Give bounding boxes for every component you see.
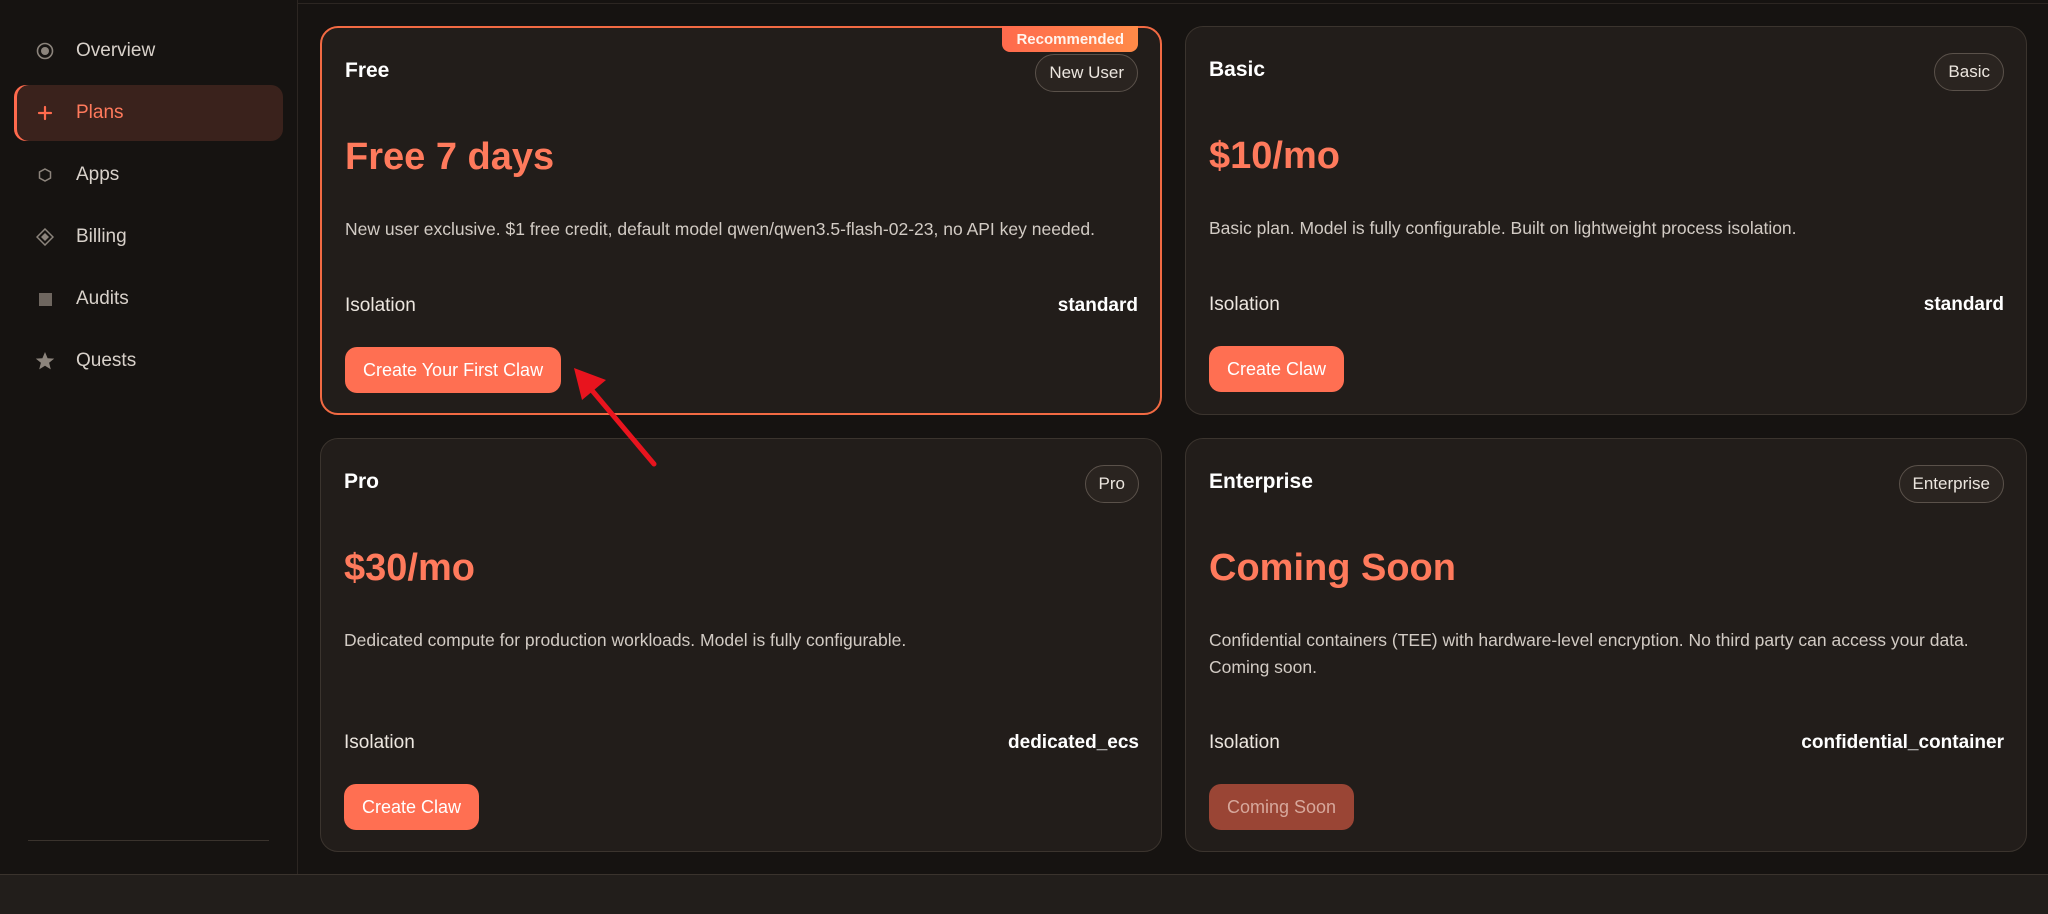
plan-description: Dedicated compute for production workloa… <box>344 630 907 650</box>
create-first-claw-button[interactable]: Create Your First Claw <box>345 347 562 393</box>
plan-price: $10/mo <box>1209 135 1340 177</box>
sidebar-nav: Overview Plans Apps Billing Audits Quest… <box>14 23 283 395</box>
plan-title: Free <box>345 59 390 82</box>
isolation-value: dedicated_ecs <box>1008 732 1139 753</box>
sidebar-item-label: Billing <box>76 226 127 247</box>
annotation-arrow-icon <box>574 368 657 467</box>
recommended-badge: Recommended <box>1002 26 1138 52</box>
sidebar-item-overview[interactable]: Overview <box>14 23 283 79</box>
top-divider <box>298 3 2048 4</box>
plus-icon <box>34 102 56 124</box>
plan-title: Pro <box>344 470 380 493</box>
isolation-value: standard <box>1057 295 1138 316</box>
square-icon <box>34 288 56 310</box>
sidebar-item-label: Quests <box>76 350 137 371</box>
plan-card-basic: Basic Basic $10/mo Basic plan. Model is … <box>1185 26 2027 415</box>
bottom-bar <box>0 874 2048 914</box>
sidebar-item-label: Overview <box>76 40 156 61</box>
plan-price: Coming Soon <box>1209 547 1456 589</box>
plan-price: $30/mo <box>344 547 475 589</box>
plan-title: Enterprise <box>1209 470 1313 493</box>
plan-description: New user exclusive. $1 free credit, defa… <box>345 219 1096 239</box>
sidebar-item-label: Plans <box>76 102 124 123</box>
sidebar-item-quests[interactable]: Quests <box>14 333 283 389</box>
plan-tag: Basic <box>1934 53 2004 91</box>
isolation-label: Isolation <box>1209 732 1280 753</box>
star-icon <box>34 350 56 372</box>
radio-dot-icon <box>34 40 56 62</box>
plan-price: Free 7 days <box>345 136 555 178</box>
plan-tag: Enterprise <box>1898 465 2004 503</box>
plan-card-free: Recommended Free New User Free 7 days Ne… <box>320 26 1162 415</box>
isolation-label: Isolation <box>344 732 415 753</box>
sidebar-item-billing[interactable]: Billing <box>14 209 283 265</box>
sidebar-item-audits[interactable]: Audits <box>14 271 283 327</box>
plan-title: Basic <box>1209 58 1266 81</box>
plan-card-pro: Pro Pro $30/mo Dedicated compute for pro… <box>320 438 1162 852</box>
plan-tag: Pro <box>1084 465 1139 503</box>
plan-tag: New User <box>1035 54 1138 92</box>
coming-soon-button: Coming Soon <box>1209 784 1355 830</box>
isolation-value: standard <box>1923 294 2004 315</box>
isolation-label: Isolation <box>345 295 416 316</box>
plan-card-enterprise: Enterprise Enterprise Coming Soon Confid… <box>1185 438 2027 852</box>
sidebar-item-plans[interactable]: Plans <box>14 85 283 141</box>
diamond-icon <box>34 226 56 248</box>
create-claw-button[interactable]: Create Claw <box>1209 346 1345 392</box>
isolation-value: confidential_container <box>1801 732 2004 753</box>
sidebar-item-label: Audits <box>76 288 129 309</box>
plan-description: Basic plan. Model is fully configurable.… <box>1209 218 1797 238</box>
sidebar-item-label: Apps <box>76 164 120 185</box>
sidebar-divider <box>28 840 269 841</box>
hexagon-icon <box>34 164 56 186</box>
sidebar-item-apps[interactable]: Apps <box>14 147 283 203</box>
isolation-label: Isolation <box>1209 294 1280 315</box>
plan-description: Confidential containers (TEE) with hardw… <box>1209 630 1969 677</box>
sidebar: Overview Plans Apps Billing Audits Quest… <box>0 0 298 874</box>
app-root: Overview Plans Apps Billing Audits Quest… <box>0 0 2048 914</box>
create-claw-button[interactable]: Create Claw <box>344 784 480 830</box>
